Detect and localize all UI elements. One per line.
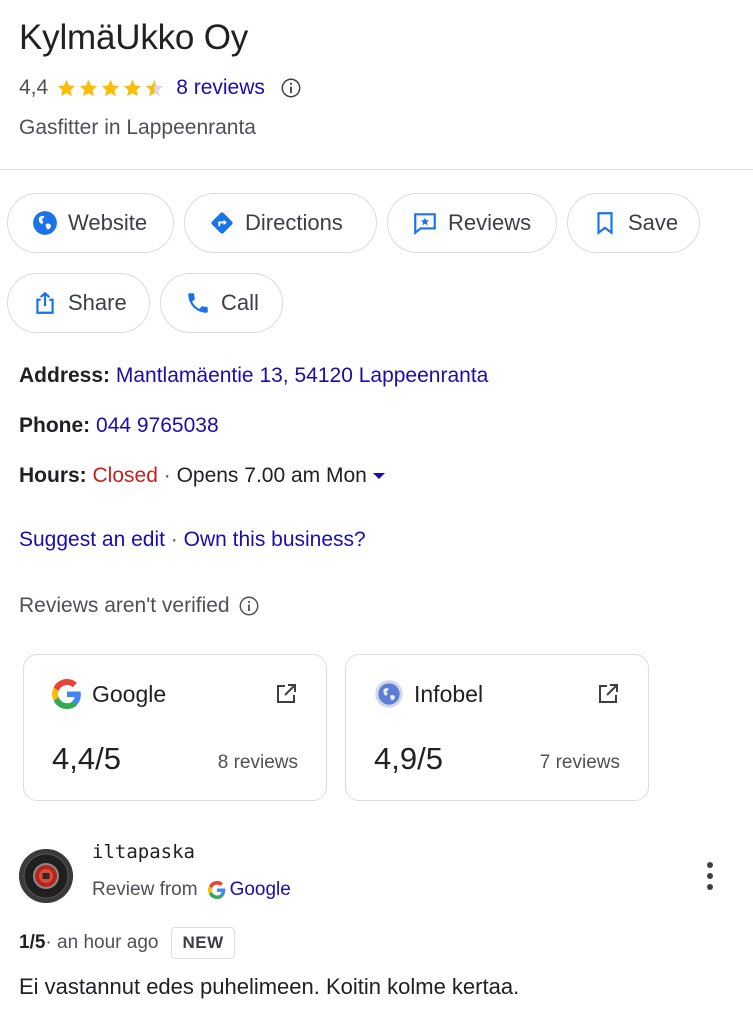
phone-link[interactable]: 044 9765038 [96,414,219,437]
suggest-edit-link[interactable]: Suggest an edit [19,528,165,551]
hours-row: Hours: Closed · Opens 7.00 am Mon [19,464,385,488]
avatar[interactable] [19,849,73,903]
new-badge: NEW [171,927,235,959]
verified-note: Reviews aren't verified [19,594,230,617]
website-button[interactable]: Website [7,193,174,253]
save-label: Save [628,210,679,235]
review-source: Review from Google [92,879,291,901]
card-review-count: 7 reviews [539,752,620,773]
share-icon [36,291,54,314]
save-button[interactable]: Save [567,193,700,253]
address-label: Address: [19,364,111,387]
star-icon [123,79,142,96]
hours-dropdown-icon[interactable] [372,473,385,480]
hours-status: Closed [92,464,158,487]
own-business-link[interactable]: Own this business? [184,528,366,551]
star-rating [56,78,166,99]
hours-separator: · [157,464,177,487]
google-logo-icon [52,679,81,709]
globe-icon [33,211,57,235]
address-link[interactable]: Mantlamäentie 13, 54120 Lappeenranta [116,364,488,387]
share-label: Share [68,290,127,315]
call-button[interactable]: Call [160,273,283,333]
reviews-link[interactable]: 8 reviews [176,76,265,100]
website-label: Website [68,210,148,235]
rating-row: 4,4 8 reviews [19,74,302,102]
card-source-name: Infobel [414,680,484,707]
card-source: Infobel [374,679,483,709]
reviews-not-verified: Reviews aren't verified [19,594,260,618]
info-icon[interactable] [280,77,302,99]
infobel-rating-card[interactable]: Infobel 4,9/5 7 reviews [345,654,649,801]
star-icon [101,79,120,96]
bookmark-icon [597,212,613,235]
globe-icon [375,680,403,708]
card-score: 4,4/5 [52,741,121,776]
directions-button[interactable]: Directions [184,193,377,253]
phone-label: Phone: [19,414,91,437]
open-in-new-icon[interactable] [274,682,298,706]
links-separator: · [164,528,184,551]
star-icon [57,79,76,96]
divider [0,169,753,170]
half-star-icon [145,79,164,96]
card-source: Google [52,679,166,709]
hours-label: Hours: [19,464,87,487]
open-in-new-icon[interactable] [596,682,620,706]
address-row: Address: Mantlamäentie 13, 54120 Lappeen… [19,364,488,388]
hours-next-open[interactable]: Opens 7.00 am Mon [177,464,367,487]
review-source-link[interactable]: Google [230,879,291,901]
star-icon [79,79,98,96]
reviews-label: Reviews [448,210,532,235]
directions-label: Directions [245,210,343,235]
share-button[interactable]: Share [7,273,150,333]
review-icon [414,213,436,236]
info-icon[interactable] [238,595,260,617]
edit-links-row: Suggest an edit · Own this business? [19,528,366,552]
directions-icon [211,212,233,234]
reviews-button[interactable]: Reviews [387,193,557,253]
business-category: Gasfitter in Lappeenranta [19,116,256,139]
review-time: · an hour ago [45,932,159,953]
reviewer-name[interactable]: iltapaska [92,841,195,863]
google-rating-card[interactable]: Google 4,4/5 8 reviews [23,654,327,801]
phone-icon [188,293,208,313]
call-label: Call [221,290,259,315]
review-text: Ei vastannut edes puhelimeen. Koitin kol… [19,974,520,999]
card-source-name: Google [92,680,167,707]
card-review-count: 8 reviews [217,752,298,773]
google-g-icon [207,881,225,899]
review-from-label: Review from [92,879,198,900]
card-score: 4,9/5 [374,741,443,776]
business-name: KylmäUkko Oy [19,18,249,57]
phone-row: Phone: 044 9765038 [19,414,219,438]
review-score: 1/5 [19,932,46,953]
review-meta: 1/5 · an hour ago NEW [19,927,235,959]
rating-value: 4,4 [19,76,49,99]
more-options-icon[interactable] [703,860,717,892]
